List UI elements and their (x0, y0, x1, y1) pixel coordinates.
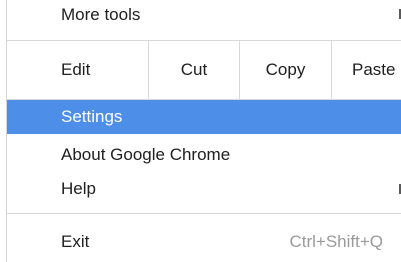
menu-item-more-tools[interactable]: More tools (7, 0, 401, 30)
menu-item-settings[interactable]: Settings (7, 100, 401, 134)
menu-item-more-tools-label: More tools (61, 5, 141, 24)
cut-button[interactable]: Cut (148, 41, 239, 99)
menu-item-about-label: About Google Chrome (61, 145, 231, 164)
cut-button-label: Cut (180, 60, 208, 79)
menu-item-about-chrome[interactable]: About Google Chrome (7, 138, 401, 172)
menu-edit-row: Edit Cut Copy Paste (7, 41, 401, 99)
menu-item-help-label: Help (61, 179, 96, 198)
menu-item-exit[interactable]: Exit Ctrl+Shift+Q (7, 224, 401, 260)
menu-separator (7, 213, 401, 214)
paste-button-label: Paste (352, 60, 396, 79)
menu-item-exit-label: Exit (61, 232, 90, 251)
menu-edit-label: Edit (61, 60, 91, 79)
paste-button[interactable]: Paste (331, 41, 401, 99)
copy-button[interactable]: Copy (239, 41, 331, 99)
exit-shortcut: Ctrl+Shift+Q (289, 232, 383, 251)
copy-button-label: Copy (265, 60, 306, 79)
menu-item-help[interactable]: Help (7, 172, 401, 206)
menu-item-settings-label: Settings (61, 107, 123, 126)
chrome-main-menu: More tools Edit Cut Copy Paste Settings … (0, 0, 401, 262)
